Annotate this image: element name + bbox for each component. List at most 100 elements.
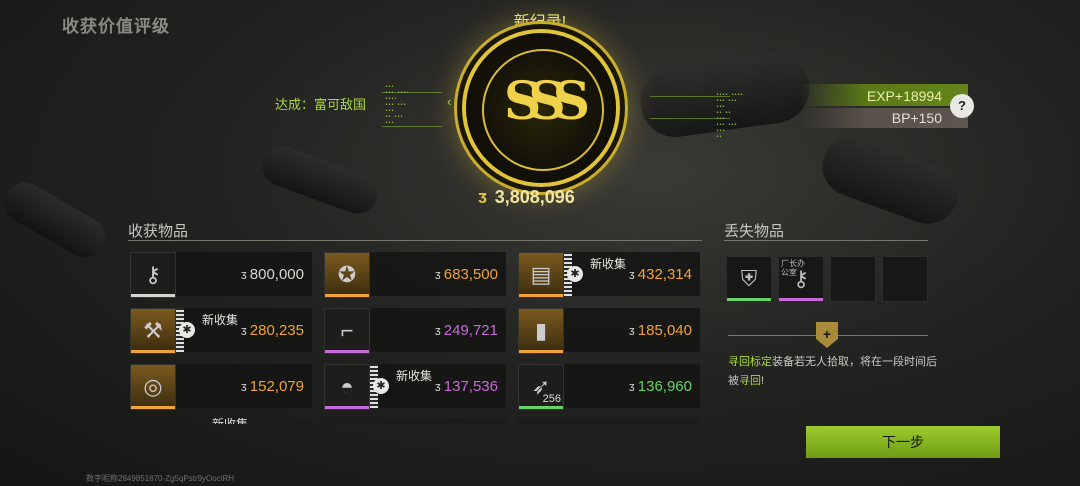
rarity-bar: [131, 406, 175, 409]
item-value: ᴣ 800,000: [241, 266, 304, 283]
keycard-icon[interactable]: ⚷ 厂长办公室: [778, 256, 824, 302]
list-item[interactable]: ᴣ 185,040: [564, 308, 700, 352]
list-item[interactable]: ᴣ 683,500: [370, 252, 506, 296]
rarity-bar: [325, 294, 369, 297]
currency-icon: ᴣ: [240, 323, 247, 338]
shield-plus-icon: +: [816, 322, 838, 348]
background-bullet: [256, 140, 384, 220]
rarity-bar: [519, 406, 563, 409]
currency-icon: ᴣ: [628, 267, 635, 282]
item-glyph: ▤: [530, 262, 552, 287]
hud-line: [382, 126, 442, 127]
page-title: 收获价值评级: [62, 17, 170, 36]
list-item[interactable]: ᴣ 800,000: [176, 252, 312, 296]
currency-icon: ᴣ: [434, 323, 441, 338]
ammo-icon[interactable]: ➶ 256: [518, 364, 564, 410]
item-value-text: 432,314: [637, 266, 692, 283]
retrieve-highlight: 寻回标定: [728, 356, 772, 368]
new-collect-badge-icon: ✱: [373, 378, 389, 394]
item-glyph: ◓: [340, 374, 354, 399]
empty-slot: [830, 256, 876, 302]
rarity-bar: [519, 294, 563, 297]
list-item-partial: [518, 418, 700, 424]
rarity-bar: [519, 350, 563, 353]
gold-coin-icon[interactable]: ✪: [324, 252, 370, 298]
helmet-icon[interactable]: ◓: [324, 364, 370, 410]
lost-title: 丢失物品: [724, 223, 785, 240]
currency-icon: ᴣ: [628, 323, 635, 338]
item-value: ᴣ 280,235: [241, 322, 304, 339]
new-collect-label: 新收集: [590, 257, 627, 271]
item-value-text: 800,000: [249, 266, 304, 283]
item-value: ᴣ 432,314: [629, 266, 692, 283]
vest-icon[interactable]: ⛨: [726, 256, 772, 302]
item-value-text: 249,721: [443, 322, 498, 339]
item-glyph: ⛨: [740, 266, 758, 291]
section-divider: [128, 240, 702, 241]
item-value-text: 683,500: [443, 266, 498, 283]
bp-reward: BP+150: [891, 110, 942, 126]
retrieve-notice: 寻回标定装备若无人拾取，将在一段时间后被寻回!: [728, 353, 938, 391]
item-glyph: ⚒: [143, 318, 163, 343]
item-value: ᴣ 683,500: [435, 266, 498, 283]
item-glyph: ▮: [534, 318, 548, 343]
new-record-label: 新纪录!: [513, 14, 567, 31]
hud-readout-left: ••• ••• •••• •••• ••• ••• ••• •• ••• •••: [385, 84, 410, 126]
grade-text: SSS: [503, 71, 590, 132]
drill-icon[interactable]: ⚒: [130, 308, 176, 354]
chevron-left-icon: ‹: [447, 94, 452, 109]
list-item[interactable]: ᴣ 136,960: [564, 364, 700, 408]
list-item[interactable]: ᴣ 152,079: [176, 364, 312, 408]
item-glyph: ✪: [337, 262, 357, 287]
hud-readout-right: •••• •••• ••• ••• ••• •• •• ••• ••• ••• ••• ••: [716, 92, 744, 140]
grade-medal: SSS: [466, 33, 616, 183]
total-value-text: 3,808,096: [494, 187, 575, 207]
new-collect-badge-icon: ✱: [567, 266, 583, 282]
help-icon[interactable]: ?: [950, 94, 974, 118]
hud-line: [650, 96, 730, 97]
new-collect-label: 新收集: [212, 418, 248, 424]
hud-line: [650, 118, 730, 119]
empty-slot: [882, 256, 928, 302]
item-value-text: 152,079: [249, 378, 304, 395]
currency-icon: ᴣ: [240, 379, 247, 394]
achievement-label: 达成：富可敌国 ‹: [275, 94, 451, 113]
list-item[interactable]: ᴣ 249,721: [370, 308, 506, 352]
new-collect-badge-icon: ✱: [179, 322, 195, 338]
retrieve-highlight-2: 寻回: [739, 375, 761, 387]
rarity-bar: [779, 298, 823, 301]
currency-icon: ᴣ: [434, 267, 441, 282]
armor-plate-icon[interactable]: ▮: [518, 308, 564, 354]
rarity-bar: [325, 406, 369, 409]
currency-icon: ᴣ: [240, 267, 247, 282]
device-icon[interactable]: ▤: [518, 252, 564, 298]
section-divider: [724, 240, 928, 241]
currency-icon: ᴣ: [434, 379, 441, 394]
retrieve-text-end: !: [761, 375, 765, 387]
user-id: 数字昵称2849851870-Zg5qPstr9yOociRH: [86, 474, 235, 483]
keys-icon[interactable]: ⚷: [130, 252, 176, 298]
rifle-icon[interactable]: ⌐: [324, 308, 370, 354]
watch-icon[interactable]: ◎: [130, 364, 176, 410]
hud-line: [382, 92, 442, 93]
item-value-text: 137,536: [443, 378, 498, 395]
list-item[interactable]: ✱ 新收集 ᴣ 280,235: [176, 308, 312, 352]
item-value: ᴣ 249,721: [435, 322, 498, 339]
item-value: ᴣ 136,960: [629, 378, 692, 395]
rarity-bar: [325, 350, 369, 353]
new-collect-label: 新收集: [396, 369, 433, 383]
background-bullet: [813, 127, 967, 233]
currency-icon: ᴣ: [478, 187, 487, 207]
item-value-text: 185,040: [637, 322, 692, 339]
total-value: ᴣ 3,808,096: [478, 187, 575, 208]
rarity-bar: [131, 294, 175, 297]
item-value-text: 280,235: [249, 322, 304, 339]
item-count: 256: [542, 393, 561, 405]
list-item[interactable]: ✱ 新收集 ᴣ 432,314: [564, 252, 700, 296]
list-item[interactable]: ✱ 新收集 ᴣ 137,536: [370, 364, 506, 408]
next-button[interactable]: 下一步: [806, 426, 1000, 458]
item-value: ᴣ 152,079: [241, 378, 304, 395]
rarity-bar: [131, 350, 175, 353]
background-bullet: [0, 175, 113, 265]
currency-icon: ᴣ: [628, 379, 635, 394]
